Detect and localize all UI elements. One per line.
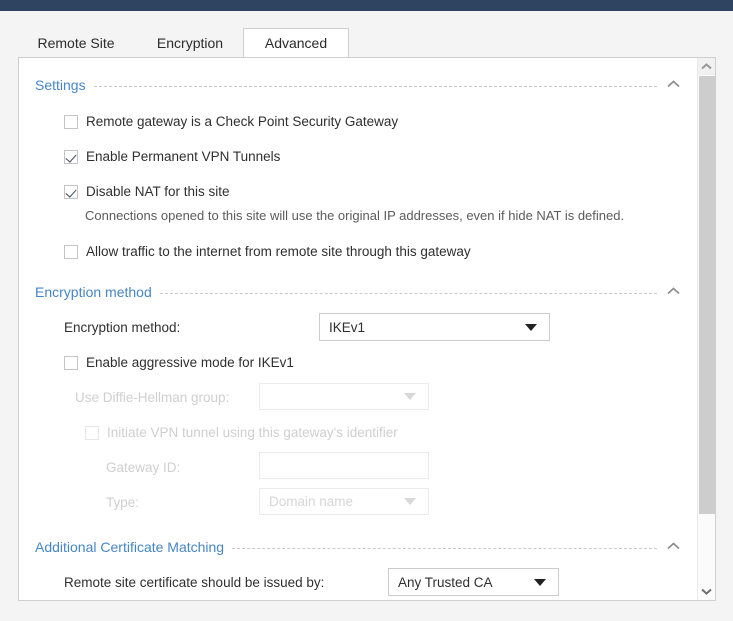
chevron-down-icon: [404, 393, 416, 400]
vertical-scrollbar[interactable]: [697, 58, 715, 600]
checkbox-label-remote-gateway-checkpoint: Remote gateway is a Check Point Security…: [86, 114, 399, 129]
section-title-additional-certificate-matching: Additional Certificate Matching: [35, 539, 225, 555]
checkbox-initiate-vpn-tunnel: [85, 425, 99, 440]
chevron-down-icon: [525, 323, 537, 331]
checkbox-row-permanent-vpn-tunnels[interactable]: Enable Permanent VPN Tunnels: [64, 149, 280, 164]
section-header-additional-certificate-matching: Additional Certificate Matching: [35, 538, 683, 556]
tab-remote-site-label: Remote Site: [37, 35, 115, 51]
input-gateway-id-value: [260, 453, 428, 458]
chevron-down-icon: [534, 578, 546, 586]
scrollbar-down-button[interactable]: [698, 583, 715, 600]
section-divider-additional-certificate-matching: [232, 547, 657, 549]
panel-scroll-content: Settings Remote gateway is a Check Point…: [19, 58, 697, 600]
advanced-settings-panel: Settings Remote gateway is a Check Point…: [18, 57, 716, 601]
checkbox-remote-gateway-checkpoint[interactable]: [64, 114, 78, 129]
tab-bar: Remote Site Encryption Advanced: [0, 11, 733, 69]
chevron-up-icon[interactable]: [663, 538, 683, 556]
hint-disable-nat: Connections opened to this site will use…: [85, 208, 625, 223]
scrollbar-thumb[interactable]: [699, 76, 715, 514]
section-title-settings: Settings: [35, 77, 86, 93]
scrollbar-up-button[interactable]: [698, 58, 715, 75]
label-diffie-hellman-group: Use Diffie-Hellman group:: [75, 390, 230, 405]
dropdown-encryption-method[interactable]: IKEv1: [319, 313, 550, 341]
chevron-down-icon: [404, 498, 416, 505]
section-divider-encryption-method: [159, 292, 657, 294]
label-remote-site-certificate-issuer: Remote site certificate should be issued…: [64, 575, 325, 590]
dropdown-remote-site-certificate-issuer-value: Any Trusted CA: [398, 574, 493, 590]
chevron-up-icon: [701, 63, 712, 70]
checkbox-label-allow-internet-traffic: Allow traffic to the internet from remot…: [86, 244, 471, 259]
window-titlebar: [0, 0, 733, 11]
section-title-encryption-method: Encryption method: [35, 284, 152, 300]
checkbox-label-aggressive-mode: Enable aggressive mode for IKEv1: [86, 355, 294, 370]
checkbox-row-disable-nat[interactable]: Disable NAT for this site: [64, 184, 230, 199]
checkbox-row-remote-gateway-checkpoint[interactable]: Remote gateway is a Check Point Security…: [64, 114, 398, 129]
checkbox-aggressive-mode[interactable]: [64, 355, 78, 370]
tab-encryption-label: Encryption: [156, 35, 224, 51]
checkbox-label-initiate-vpn-tunnel: Initiate VPN tunnel using this gateway's…: [107, 425, 398, 440]
checkbox-row-initiate-vpn-tunnel: Initiate VPN tunnel using this gateway's…: [85, 425, 398, 440]
checkbox-disable-nat[interactable]: [64, 184, 78, 199]
dropdown-remote-site-certificate-issuer[interactable]: Any Trusted CA: [388, 568, 559, 596]
checkbox-row-aggressive-mode[interactable]: Enable aggressive mode for IKEv1: [64, 355, 294, 370]
label-encryption-method: Encryption method:: [64, 320, 181, 335]
dropdown-type-value: Domain name: [269, 494, 354, 509]
label-type: Type:: [106, 495, 140, 510]
section-divider-settings: [93, 85, 657, 87]
chevron-down-icon: [701, 588, 712, 595]
checkbox-label-permanent-vpn-tunnels: Enable Permanent VPN Tunnels: [86, 149, 281, 164]
checkbox-allow-internet-traffic[interactable]: [64, 244, 78, 259]
chevron-up-icon[interactable]: [663, 76, 683, 94]
checkbox-permanent-vpn-tunnels[interactable]: [64, 149, 78, 164]
label-gateway-id: Gateway ID:: [106, 460, 181, 475]
input-gateway-id: [259, 452, 429, 479]
dropdown-diffie-hellman-group: [259, 383, 429, 410]
chevron-up-icon[interactable]: [663, 283, 683, 301]
dropdown-type: Domain name: [259, 488, 429, 515]
tab-advanced-label: Advanced: [264, 35, 328, 51]
checkbox-row-allow-internet-traffic[interactable]: Allow traffic to the internet from remot…: [64, 244, 471, 259]
section-header-encryption-method: Encryption method: [35, 283, 683, 301]
checkbox-label-disable-nat: Disable NAT for this site: [86, 184, 230, 199]
dropdown-encryption-method-value: IKEv1: [329, 319, 366, 335]
section-header-settings: Settings: [35, 76, 683, 94]
